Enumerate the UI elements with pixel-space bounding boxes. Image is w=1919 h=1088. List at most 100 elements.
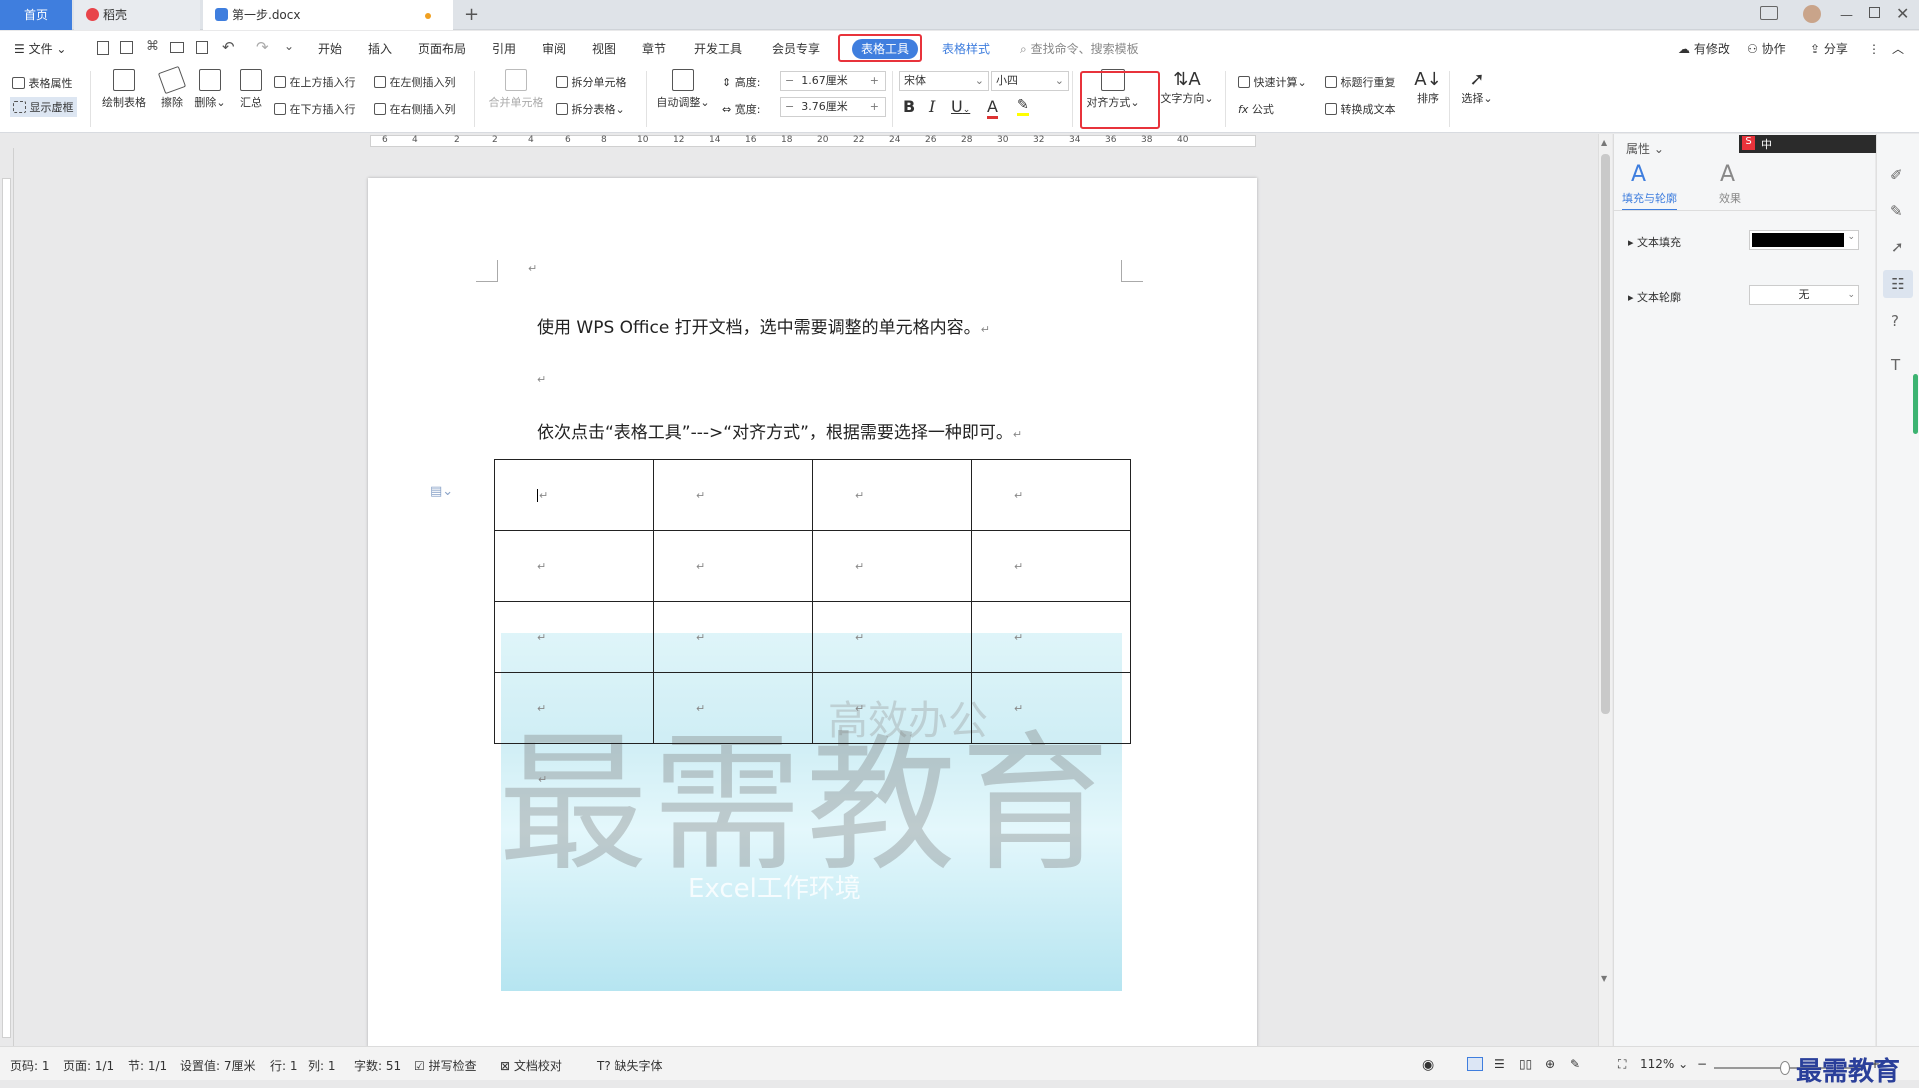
table-props-button[interactable]: 表格属性 bbox=[12, 75, 73, 91]
document-table[interactable]: ↵ ↵ ↵ ↵ ↵ ↵ ↵ ↵ ↵ ↵ ↵ ↵ ↵ ↵ ↵ ↵ bbox=[494, 459, 1131, 744]
tab-document[interactable]: 第一步.docx bbox=[203, 0, 453, 30]
page-view-icon[interactable] bbox=[1467, 1057, 1483, 1071]
instruction-line-2[interactable]: 依次点击“表格工具”--->“对齐方式”，根据需要选择一种即可。↵ bbox=[537, 418, 1022, 443]
ime-toolbar[interactable]: S中 bbox=[1739, 135, 1876, 153]
table-cell[interactable]: ↵ bbox=[653, 530, 813, 602]
vertical-scrollbar[interactable]: ▲ ▼ bbox=[1598, 134, 1612, 1046]
table-handle-icon[interactable]: ▤⌄ bbox=[430, 484, 453, 499]
spell-check-button[interactable]: ☑ 拼写检查 bbox=[414, 1057, 477, 1074]
menu-page-layout[interactable]: 页面布局 bbox=[418, 39, 466, 59]
width-increase[interactable]: + bbox=[870, 98, 879, 116]
menu-start[interactable]: 开始 bbox=[318, 39, 342, 59]
write-mode-icon[interactable]: ✎ bbox=[1570, 1057, 1580, 1071]
restore-button[interactable] bbox=[1869, 7, 1880, 18]
menu-member[interactable]: 会员专享 bbox=[772, 39, 820, 59]
collab-button[interactable]: ⚇ 协作 bbox=[1747, 39, 1786, 59]
erase-button[interactable]: 擦除 bbox=[156, 65, 188, 110]
insert-above-button[interactable]: 在上方插入行 bbox=[274, 74, 356, 90]
read-view-icon[interactable]: ▯▯ bbox=[1519, 1057, 1532, 1071]
instruction-line-1[interactable]: 使用 WPS Office 打开文档，选中需要调整的单元格内容。↵ bbox=[537, 313, 990, 338]
style-icon[interactable]: ✐ bbox=[1890, 166, 1903, 184]
font-size-select[interactable]: 小四 ⌄ bbox=[991, 71, 1069, 91]
share-button[interactable]: ⇪ 分享 bbox=[1810, 39, 1848, 59]
merge-cells-button[interactable]: 合并单元格 bbox=[484, 69, 548, 110]
table-cell[interactable]: ↵ bbox=[812, 530, 972, 602]
table-cell[interactable]: ↵ bbox=[494, 601, 654, 673]
more-quick-icon[interactable]: ⌄ bbox=[284, 39, 294, 53]
web-view-icon[interactable]: ⊕ bbox=[1545, 1057, 1555, 1071]
formula-button[interactable]: fx 公式 bbox=[1238, 101, 1274, 117]
menu-developer[interactable]: 开发工具 bbox=[694, 39, 742, 59]
undo-icon[interactable]: ↶ bbox=[222, 38, 235, 56]
insert-right-button[interactable]: 在右侧插入列 bbox=[374, 101, 456, 117]
eye-protect-icon[interactable]: ◉ bbox=[1422, 1057, 1434, 1073]
missing-font-button[interactable]: T? 缺失字体 bbox=[597, 1057, 663, 1074]
tab-fill-outline[interactable]: 填充与轮廓 bbox=[1622, 190, 1677, 211]
sort-button[interactable]: A↓ 排序 bbox=[1413, 69, 1443, 106]
new-tab-button[interactable]: + bbox=[464, 4, 479, 25]
table-cell[interactable]: ↵ bbox=[812, 672, 972, 744]
print-icon[interactable] bbox=[170, 42, 184, 53]
text-direction-button[interactable]: ⇅A 文字方向⌄ bbox=[1158, 69, 1216, 106]
text-fill-row[interactable]: ▸ 文本填充 bbox=[1628, 234, 1681, 250]
select-button[interactable]: ➚ 选择⌄ bbox=[1457, 69, 1497, 106]
zoom-slider-thumb[interactable] bbox=[1780, 1061, 1790, 1075]
menu-table-style[interactable]: 表格样式 bbox=[942, 39, 990, 59]
delete-button[interactable]: 删除⌄ bbox=[193, 69, 227, 110]
menu-references[interactable]: 引用 bbox=[492, 39, 516, 59]
menu-view[interactable]: 视图 bbox=[592, 39, 616, 59]
height-decrease[interactable]: − bbox=[785, 74, 794, 87]
repeat-header-button[interactable]: 标题行重复 bbox=[1325, 74, 1396, 90]
vertical-ruler[interactable] bbox=[0, 148, 14, 1046]
underline-button[interactable]: U⌄ bbox=[951, 97, 970, 116]
table-cell[interactable]: ↵ bbox=[494, 672, 654, 744]
quick-calc-button[interactable]: 快速计算⌄ bbox=[1238, 74, 1307, 90]
summary-button[interactable]: 汇总 bbox=[236, 69, 266, 110]
file-menu[interactable]: ☰ 文件 ⌄ bbox=[14, 39, 66, 59]
save-icon[interactable] bbox=[120, 41, 133, 54]
more-menu-icon[interactable]: ⋮ bbox=[1868, 39, 1880, 59]
font-name-select[interactable]: 宋体 ⌄ bbox=[899, 71, 989, 91]
close-button[interactable]: ✕ bbox=[1896, 4, 1909, 23]
help-icon[interactable]: ? bbox=[1891, 312, 1899, 330]
table-cell[interactable]: ↵ bbox=[971, 601, 1131, 673]
new-doc-icon[interactable] bbox=[97, 41, 109, 55]
collapse-ribbon-icon[interactable]: ︿ bbox=[1892, 39, 1904, 59]
properties-title[interactable]: 属性 ⌄ bbox=[1626, 140, 1664, 157]
table-cell[interactable]: ↵ bbox=[653, 672, 813, 744]
menu-insert[interactable]: 插入 bbox=[368, 39, 392, 59]
command-search[interactable]: ⌕ 查找命令、搜索模板 bbox=[1020, 39, 1139, 59]
italic-button[interactable]: I bbox=[929, 97, 935, 116]
outline-view-icon[interactable]: ☰ bbox=[1494, 1057, 1505, 1071]
draw-table-button[interactable]: 绘制表格 bbox=[99, 69, 149, 110]
text-fill-color-select[interactable]: ⌄ bbox=[1749, 230, 1859, 250]
table-cell[interactable]: ↵ bbox=[494, 530, 654, 602]
table-cell[interactable]: ↵ bbox=[971, 672, 1131, 744]
print-preview-icon[interactable] bbox=[196, 41, 208, 54]
width-decrease[interactable]: − bbox=[785, 100, 794, 113]
show-grid-button[interactable]: 显示虚框 bbox=[10, 97, 77, 117]
pen-icon[interactable]: ✎ bbox=[1890, 202, 1903, 220]
redo-icon[interactable]: ↷ bbox=[256, 38, 269, 56]
window-list-icon[interactable] bbox=[1760, 6, 1778, 20]
avatar[interactable] bbox=[1803, 5, 1821, 23]
format-painter-icon[interactable]: ⌘ bbox=[146, 39, 159, 54]
tab-home[interactable]: 首页 bbox=[0, 0, 72, 30]
document-page[interactable]: ↵ 高效办公 最需教育 Excel工作环境 使用 WPS Office 打开文档… bbox=[368, 178, 1257, 1048]
text-tool-icon[interactable]: T bbox=[1891, 356, 1900, 374]
insert-below-button[interactable]: 在下方插入行 bbox=[274, 101, 356, 117]
zoom-select[interactable]: 112% ⌄ bbox=[1640, 1057, 1688, 1071]
revision-button[interactable]: ☁ 有修改 bbox=[1678, 39, 1730, 59]
properties-icon[interactable]: ☷ bbox=[1883, 270, 1913, 298]
width-field[interactable]: − 3.76厘米 + bbox=[780, 97, 886, 117]
menu-chapter[interactable]: 章节 bbox=[642, 39, 666, 59]
status-words[interactable]: 字数: 51 bbox=[354, 1057, 401, 1074]
font-color-button[interactable]: A bbox=[987, 97, 998, 119]
text-outline-select[interactable]: 无 ⌄ bbox=[1749, 285, 1859, 305]
minimize-button[interactable]: — bbox=[1840, 8, 1853, 23]
side-slider[interactable] bbox=[1913, 374, 1918, 434]
height-increase[interactable]: + bbox=[870, 72, 879, 90]
split-table-button[interactable]: 拆分表格⌄ bbox=[556, 101, 625, 117]
table-cell[interactable]: ↵ bbox=[971, 530, 1131, 602]
table-cell[interactable]: ↵ bbox=[812, 459, 972, 531]
